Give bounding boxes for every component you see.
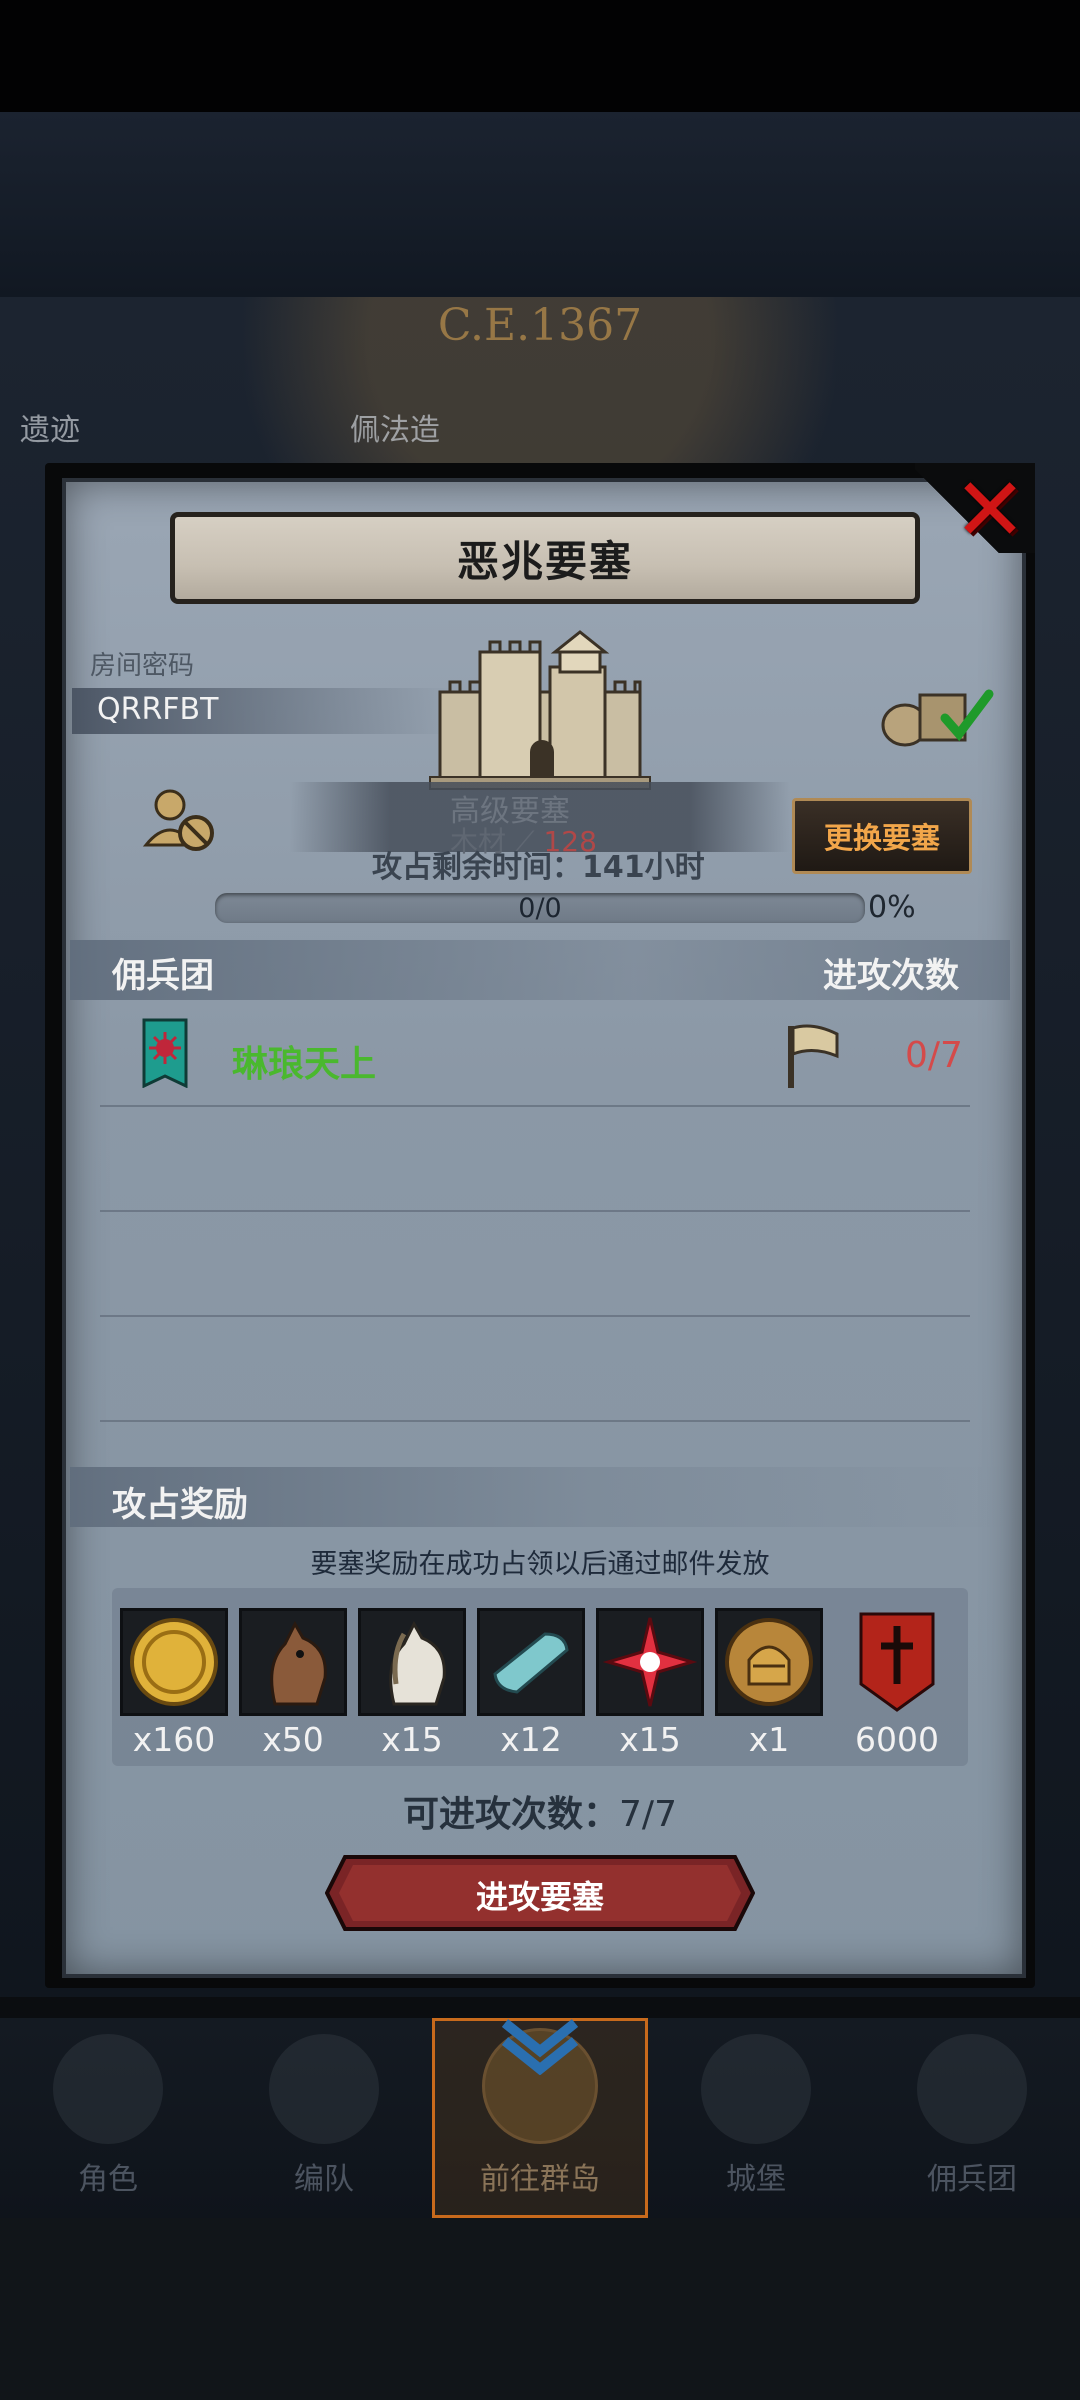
reward-quantity: x15 xyxy=(381,1720,443,1759)
nav-item-character[interactable]: 角色 xyxy=(0,2018,216,2218)
top-background-band xyxy=(0,112,1080,297)
chevron-down-icon xyxy=(501,2019,579,2075)
reward-item[interactable]: 6000 xyxy=(843,1608,951,1759)
reward-item[interactable]: x15 xyxy=(358,1608,466,1759)
knight-helmet-coin-icon xyxy=(725,1618,813,1706)
knight-icon xyxy=(53,2034,163,2144)
dialog-title: 恶兆要塞 xyxy=(456,536,633,586)
red-star-crystal-icon xyxy=(602,1617,698,1707)
map-location-label: 佩法造 xyxy=(350,413,440,448)
mercenary-name[interactable]: 琳琅天上 xyxy=(232,1035,376,1087)
reward-quantity: x50 xyxy=(262,1720,324,1759)
supply-bags-check-icon xyxy=(881,689,994,747)
close-icon: ✕ xyxy=(953,458,1027,561)
nav-item-mercenary[interactable]: 佣兵团 xyxy=(864,2018,1080,2218)
reward-quantity: 6000 xyxy=(855,1720,939,1759)
change-fortress-button[interactable]: 更换要塞 xyxy=(792,798,972,874)
nav-label: 城堡 xyxy=(726,2162,786,2197)
reward-quantity: x160 xyxy=(132,1720,216,1759)
list-divider xyxy=(100,1315,970,1317)
close-button[interactable]: ✕ xyxy=(950,466,1030,554)
reward-item[interactable]: x12 xyxy=(477,1608,585,1759)
reward-quantity: x1 xyxy=(748,1720,790,1759)
nav-label: 编队 xyxy=(294,2162,354,2197)
brown-horse-icon xyxy=(270,1620,327,1706)
reward-quantity: x12 xyxy=(500,1720,562,1759)
gold-coin-icon xyxy=(130,1618,218,1706)
list-divider xyxy=(100,1210,970,1212)
mercenary-header: 佣兵团 xyxy=(112,956,214,996)
reward-item[interactable]: x1 xyxy=(715,1608,823,1759)
cloth-roll-icon xyxy=(493,1632,569,1694)
flag-icon xyxy=(788,1024,839,1088)
guild-banner-icon xyxy=(142,1018,188,1088)
nav-label: 佣兵团 xyxy=(927,2162,1017,2197)
reward-note: 要塞奖励在成功占领以后通过邮件发放 xyxy=(310,1549,770,1580)
attack-count-label: 可进攻次数： xyxy=(403,1794,620,1835)
attack-count-available: 可进攻次数：7/7 xyxy=(280,1785,800,1837)
reward-item[interactable]: x50 xyxy=(239,1608,347,1759)
reward-quantity: x15 xyxy=(619,1720,681,1759)
mercenary-nav-icon xyxy=(917,2034,1027,2144)
list-divider xyxy=(100,1105,970,1107)
attack-time-remaining: 攻占剩余时间：141小时 xyxy=(372,850,705,885)
castle-nav-icon xyxy=(701,2034,811,2144)
no-entry-user-icon[interactable] xyxy=(140,785,220,855)
list-divider xyxy=(100,1420,970,1422)
nav-label: 角色 xyxy=(78,2162,138,2197)
formation-icon xyxy=(269,2034,379,2144)
red-guild-banner-icon xyxy=(859,1612,935,1712)
title-banner: 恶兆要塞 xyxy=(170,512,920,604)
nav-item-castle[interactable]: 城堡 xyxy=(648,2018,864,2218)
map-year-label: C.E.1367 xyxy=(437,300,643,351)
attack-count-value: 0/7 xyxy=(905,1035,963,1076)
attack-fortress-label[interactable]: 进攻要塞 xyxy=(325,1872,755,1918)
capture-progress-text: 0/0 xyxy=(518,893,562,924)
room-code-label: 房间密码 xyxy=(90,651,195,681)
room-code-value[interactable]: QRRFBT xyxy=(97,692,218,727)
capture-progress-percent: 0% xyxy=(868,890,916,925)
status-bar-area xyxy=(0,0,1080,112)
attack-count-header: 进攻次数 xyxy=(823,956,959,996)
attack-count-number: 7/7 xyxy=(619,1794,677,1835)
castle-icon xyxy=(429,630,651,790)
map-location-label: 遗迹 xyxy=(20,413,80,448)
white-horse-icon xyxy=(389,1620,446,1706)
reward-header: 攻占奖励 xyxy=(112,1485,248,1525)
nav-item-formation[interactable]: 编队 xyxy=(216,2018,432,2218)
reward-item[interactable]: x15 xyxy=(596,1608,704,1759)
nav-label: 前往群岛 xyxy=(480,2162,600,2197)
reward-item[interactable]: x160 xyxy=(120,1608,228,1759)
bottom-background-band xyxy=(0,2218,1080,2400)
